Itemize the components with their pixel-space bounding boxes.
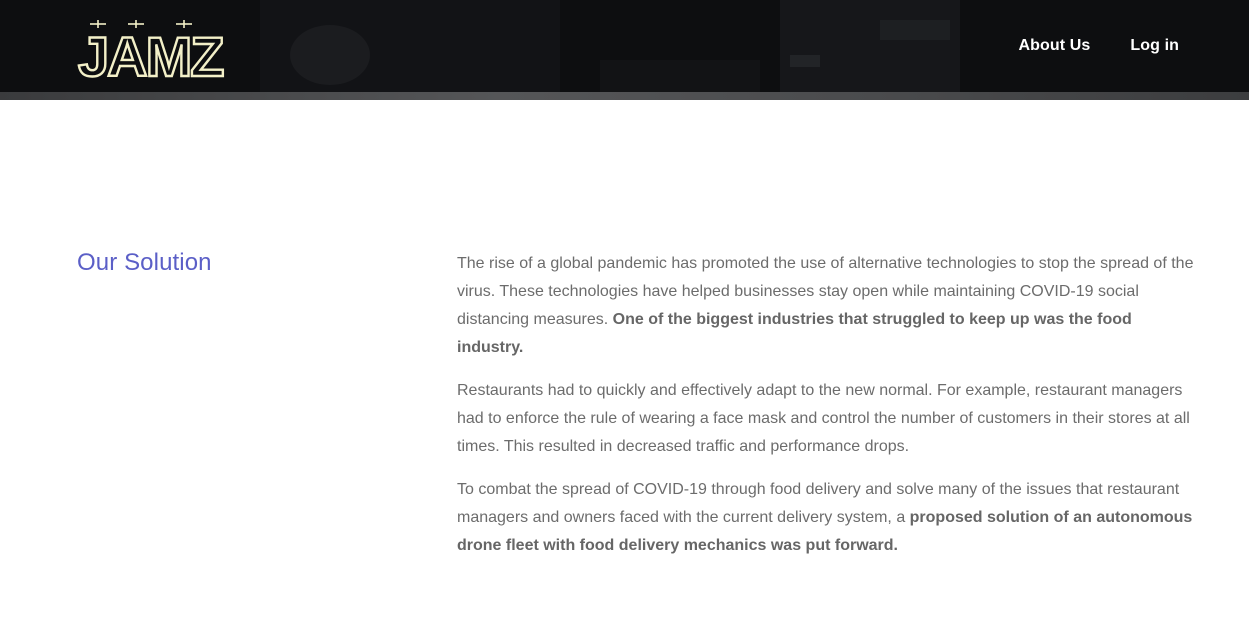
- nav-about-us[interactable]: About Us: [1019, 37, 1091, 55]
- section-content: The rise of a global pandemic has promot…: [457, 250, 1197, 575]
- svg-text:JAMZ: JAMZ: [78, 25, 223, 80]
- paragraph-2: Restaurants had to quickly and effective…: [457, 377, 1197, 461]
- site-header: JAMZ About Us Log in: [0, 0, 1249, 100]
- main-nav: About Us Log in: [1019, 37, 1180, 55]
- header-bottom-strip: [0, 92, 1249, 100]
- paragraph-1: The rise of a global pandemic has promot…: [457, 250, 1197, 362]
- paragraph-3: To combat the spread of COVID-19 through…: [457, 476, 1197, 560]
- section-title: Our Solution: [77, 249, 212, 276]
- jamz-logo-icon: JAMZ: [77, 20, 226, 89]
- jamz-logo[interactable]: JAMZ: [76, 18, 230, 89]
- paragraph-2-text: Restaurants had to quickly and effective…: [457, 382, 1190, 455]
- nav-log-in[interactable]: Log in: [1130, 37, 1179, 55]
